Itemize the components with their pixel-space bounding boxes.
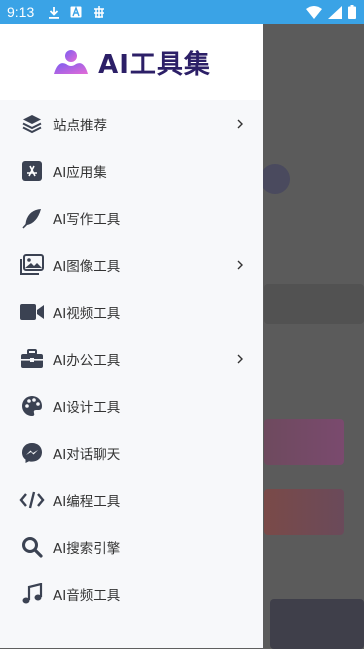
menu-item-ai-design[interactable]: AI设计工具 xyxy=(0,382,263,429)
palette-icon xyxy=(19,393,45,419)
code-icon xyxy=(19,487,45,513)
logo-text: AI工具集 xyxy=(98,49,211,80)
layers-icon xyxy=(19,111,45,137)
background-banner-2 xyxy=(264,489,344,535)
chevron-right-icon xyxy=(237,260,243,269)
menu-item-label: AI编程工具 xyxy=(53,493,121,510)
font-icon xyxy=(70,6,82,18)
background-search-bar xyxy=(264,284,364,324)
wifi-icon xyxy=(306,5,322,19)
navigation-drawer: AI工具集 站点推荐 AI应用集 AI写作工具 AI图像工具 AI视频工具 AI… xyxy=(0,24,263,648)
music-icon xyxy=(19,581,45,607)
app-logo: AI工具集 xyxy=(52,44,211,81)
menu-item-ai-audio[interactable]: AI音频工具 xyxy=(0,570,263,617)
video-camera-icon xyxy=(19,299,45,325)
drawer-header: AI工具集 xyxy=(0,24,263,100)
menu-item-ai-chat[interactable]: AI对话聊天 xyxy=(0,429,263,476)
status-bar: 9:13 xyxy=(0,0,364,24)
menu-item-label: AI搜索引擎 xyxy=(53,540,121,557)
menu-item-label: 站点推荐 xyxy=(53,117,107,134)
menu-item-ai-office[interactable]: AI办公工具 xyxy=(0,335,263,382)
feather-icon xyxy=(19,205,45,231)
chevron-right-icon xyxy=(237,354,243,363)
menu-item-ai-image[interactable]: AI图像工具 xyxy=(0,241,263,288)
menu-item-label: AI应用集 xyxy=(53,164,107,181)
menu-item-site-recommendations[interactable]: 站点推荐 xyxy=(0,100,263,147)
background-image xyxy=(270,599,364,649)
menu-item-label: AI图像工具 xyxy=(53,258,121,275)
menu-item-label: AI视频工具 xyxy=(53,305,121,322)
search-icon xyxy=(19,534,45,560)
signal-icon xyxy=(328,5,342,19)
chevron-right-icon xyxy=(237,119,243,128)
logo-mark-icon xyxy=(54,50,89,74)
menu-item-ai-apps[interactable]: AI应用集 xyxy=(0,147,263,194)
menu-item-ai-video[interactable]: AI视频工具 xyxy=(0,288,263,335)
images-icon xyxy=(19,252,45,278)
menu-item-label: AI设计工具 xyxy=(53,399,121,416)
menu-item-label: AI对话聊天 xyxy=(53,446,121,463)
status-time: 9:13 xyxy=(7,4,35,20)
menu-item-label: AI办公工具 xyxy=(53,352,121,369)
menu-item-ai-search[interactable]: AI搜索引擎 xyxy=(0,523,263,570)
menu-item-ai-writing[interactable]: AI写作工具 xyxy=(0,194,263,241)
bug-icon xyxy=(94,6,105,18)
messenger-icon xyxy=(19,440,45,466)
background-avatar xyxy=(260,164,290,194)
menu-item-label: AI写作工具 xyxy=(53,211,121,228)
battery-icon xyxy=(348,5,356,19)
menu-item-ai-coding[interactable]: AI编程工具 xyxy=(0,476,263,523)
menu-item-label: AI音频工具 xyxy=(53,587,121,604)
app-store-icon xyxy=(19,158,45,184)
briefcase-icon xyxy=(19,346,45,372)
drawer-menu: 站点推荐 AI应用集 AI写作工具 AI图像工具 AI视频工具 AI办公工具 A… xyxy=(0,100,263,617)
background-banner-1 xyxy=(264,419,344,465)
download-icon xyxy=(49,6,60,19)
